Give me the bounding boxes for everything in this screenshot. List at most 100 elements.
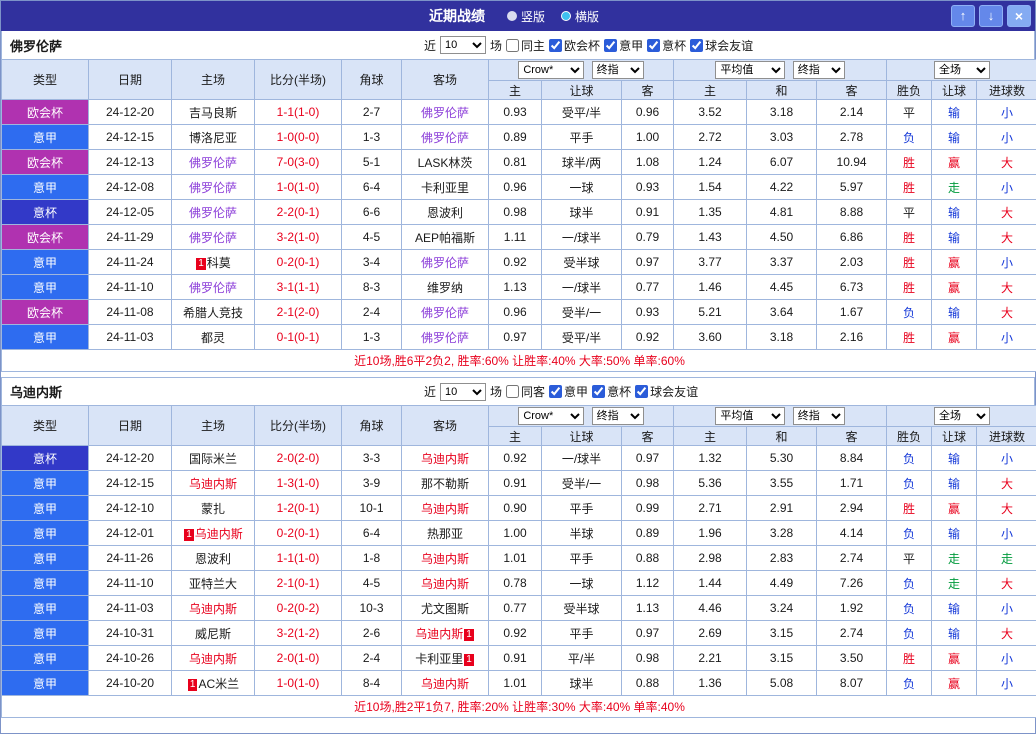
team-name[interactable]: 国际米兰 (189, 452, 237, 466)
team-name[interactable]: 那不勒斯 (421, 477, 469, 491)
avg-odds-away: 4.14 (817, 521, 887, 546)
team-name[interactable]: 佛罗伦萨 (189, 281, 237, 295)
match-count-select[interactable]: 10 (440, 383, 486, 401)
sub-col-avg-home: 主 (674, 81, 747, 100)
team-name[interactable]: 希腊人竞技 (183, 306, 243, 320)
team-name[interactable]: 乌迪内斯 (421, 577, 469, 591)
team-name[interactable]: 恩波利 (195, 552, 231, 566)
team-name[interactable]: 尤文图斯 (421, 602, 469, 616)
filter-checkbox-同主[interactable]: 同主 (506, 37, 545, 54)
sub-col-odds-away: 客 (622, 427, 674, 446)
team-name[interactable]: 乌迪内斯 (421, 677, 469, 691)
team-name[interactable]: 佛罗伦萨 (421, 331, 469, 345)
team-name[interactable]: 威尼斯 (195, 627, 231, 641)
filter-checkbox-同客[interactable]: 同客 (506, 383, 545, 400)
team-name[interactable]: 佛罗伦萨 (189, 156, 237, 170)
team-name[interactable]: 乌迪内斯 (421, 552, 469, 566)
close-button[interactable]: × (1007, 5, 1031, 27)
team-name[interactable]: 佛罗伦萨 (189, 181, 237, 195)
team-name[interactable]: 卡利亚里 (415, 652, 463, 666)
team-name[interactable]: 蒙扎 (201, 502, 225, 516)
team-name[interactable]: 热那亚 (427, 527, 463, 541)
scope-select[interactable]: 全场 (934, 61, 990, 79)
match-row: 意甲24-12-10蒙扎1-2(0-1)10-1乌迪内斯0.90平手0.992.… (2, 496, 1036, 521)
checkbox-input[interactable] (635, 385, 648, 398)
odds-time-select[interactable]: 终指 (592, 407, 644, 425)
match-count-select[interactable]: 10 (440, 36, 486, 54)
team-name[interactable]: 佛罗伦萨 (189, 231, 237, 245)
team-name[interactable]: 博洛尼亚 (189, 131, 237, 145)
result-outcome: 平 (887, 200, 932, 225)
checkbox-input[interactable] (690, 39, 703, 52)
move-up-button[interactable]: ↑ (951, 5, 975, 27)
filter-checkbox-球会友谊[interactable]: 球会友谊 (635, 383, 698, 400)
odds-source-select[interactable]: Crow* (518, 407, 584, 425)
asian-odds-away: 0.91 (622, 200, 674, 225)
view-vertical-radio[interactable]: 竖版 (507, 8, 545, 25)
team-name[interactable]: 乌迪内斯 (189, 652, 237, 666)
filter-checkbox-意甲[interactable]: 意甲 (604, 37, 643, 54)
avg-odds-select[interactable]: 平均值 (715, 61, 785, 79)
corners-cell: 3-4 (342, 250, 402, 275)
team-name[interactable]: 恩波利 (427, 206, 463, 220)
asian-handicap: 一/球半 (542, 225, 622, 250)
checkbox-input[interactable] (549, 385, 562, 398)
team-name[interactable]: 卡利亚里 (421, 181, 469, 195)
odds-time-select[interactable]: 终指 (592, 61, 644, 79)
avg-odds-home: 1.36 (674, 671, 747, 696)
team-name[interactable]: 乌迪内斯 (421, 452, 469, 466)
team-name[interactable]: LASK林茨 (418, 156, 473, 170)
odds-source-select[interactable]: Crow* (518, 61, 584, 79)
away-team-cell: 佛罗伦萨 (402, 125, 489, 150)
avg-odds-away: 5.97 (817, 175, 887, 200)
checkbox-input[interactable] (549, 39, 562, 52)
team-name[interactable]: 佛罗伦萨 (189, 206, 237, 220)
asian-odds-home: 0.91 (489, 646, 542, 671)
team-name[interactable]: 科莫 (207, 256, 231, 270)
checkbox-input[interactable] (604, 39, 617, 52)
team-name[interactable]: 乌迪内斯 (189, 602, 237, 616)
home-team-cell: 佛罗伦萨 (172, 150, 255, 175)
team-name[interactable]: 佛罗伦萨 (421, 106, 469, 120)
avg-time-select[interactable]: 终指 (793, 61, 845, 79)
filter-checkbox-欧会杯[interactable]: 欧会杯 (549, 37, 600, 54)
checkbox-input[interactable] (592, 385, 605, 398)
summary-text: 近10场,胜6平2负2, 胜率:60% 让胜率:40% 大率:50% 单率:60… (2, 350, 1036, 372)
filter-checkbox-意甲[interactable]: 意甲 (549, 383, 588, 400)
team-name[interactable]: 佛罗伦萨 (421, 256, 469, 270)
team-name[interactable]: AEP帕福斯 (415, 231, 475, 245)
checkbox-input[interactable] (506, 39, 519, 52)
col-away: 客场 (402, 406, 489, 446)
checkbox-input[interactable] (647, 39, 660, 52)
move-down-button[interactable]: ↓ (979, 5, 1003, 27)
team-name[interactable]: 佛罗伦萨 (421, 306, 469, 320)
team-name[interactable]: 都灵 (201, 331, 225, 345)
asian-odds-away: 0.79 (622, 225, 674, 250)
col-home: 主场 (172, 60, 255, 100)
team-name[interactable]: 维罗纳 (427, 281, 463, 295)
view-horizontal-radio[interactable]: 横版 (561, 8, 599, 25)
team-name[interactable]: AC米兰 (198, 677, 239, 691)
asian-handicap: 受半球 (542, 596, 622, 621)
filter-checkbox-意杯[interactable]: 意杯 (647, 37, 686, 54)
asian-odds-home: 0.91 (489, 471, 542, 496)
team-name[interactable]: 乌迪内斯 (421, 502, 469, 516)
avg-odds-select[interactable]: 平均值 (715, 407, 785, 425)
away-team-cell: 那不勒斯 (402, 471, 489, 496)
filter-checkbox-球会友谊[interactable]: 球会友谊 (690, 37, 753, 54)
team-name[interactable]: 乌迪内斯 (189, 477, 237, 491)
team-name[interactable]: 乌迪内斯 (195, 527, 243, 541)
team-name[interactable]: 吉马良斯 (189, 106, 237, 120)
checkbox-input[interactable] (506, 385, 519, 398)
match-type-badge: 意甲 (2, 646, 89, 671)
avg-time-select[interactable]: 终指 (793, 407, 845, 425)
team-name[interactable]: 亚特兰大 (189, 577, 237, 591)
away-team-cell: 佛罗伦萨 (402, 100, 489, 125)
result-outcome: 负 (887, 446, 932, 471)
team-name[interactable]: 佛罗伦萨 (421, 131, 469, 145)
team-name[interactable]: 乌迪内斯 (415, 627, 463, 641)
filter-checkbox-意杯[interactable]: 意杯 (592, 383, 631, 400)
scope-select[interactable]: 全场 (934, 407, 990, 425)
asian-odds-away: 0.89 (622, 521, 674, 546)
result-handicap: 赢 (932, 250, 977, 275)
